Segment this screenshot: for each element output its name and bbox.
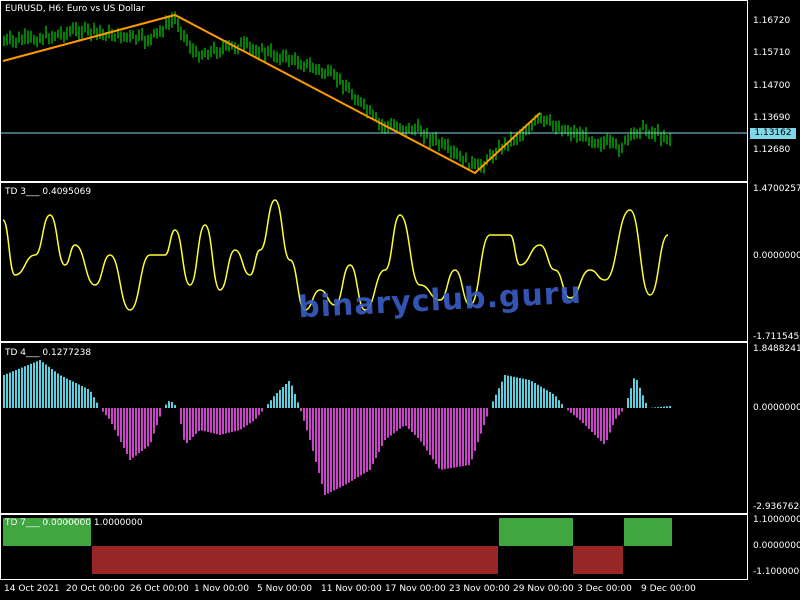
td3-tick: 1.4700257 bbox=[753, 184, 800, 194]
price-tick: 1.15710 bbox=[753, 48, 791, 58]
td4-histogram bbox=[3, 360, 671, 495]
price-candles bbox=[3, 11, 671, 174]
td3-label: TD 3___ 0.4095069 bbox=[5, 187, 92, 197]
date-label: 26 Oct 00:00 bbox=[130, 584, 189, 594]
current-price-badge: 1.13162 bbox=[750, 128, 796, 139]
date-label: 14 Oct 2021 bbox=[4, 584, 60, 594]
symbol-title: EURUSD, H6: Euro vs US Dollar bbox=[5, 4, 145, 14]
date-label: 9 Dec 00:00 bbox=[641, 584, 696, 594]
date-label: 23 Nov 00:00 bbox=[449, 584, 510, 594]
td7-tick: -1.1000000 bbox=[753, 567, 800, 577]
price-tick: 1.14700 bbox=[753, 81, 791, 91]
price-tick: 1.12680 bbox=[753, 145, 791, 155]
price-tick: 1.13690 bbox=[753, 113, 791, 123]
price-tick: 1.16720 bbox=[753, 16, 791, 26]
td3-tick: -1.7115456 bbox=[753, 332, 800, 342]
td7-label: TD 7___ 0.0000000 1.0000000 bbox=[5, 518, 143, 528]
td7-tick: 0.0000000 bbox=[753, 541, 800, 551]
date-label: 3 Dec 00:00 bbox=[577, 584, 632, 594]
date-label: 1 Nov 00:00 bbox=[194, 584, 249, 594]
date-label: 17 Nov 00:00 bbox=[385, 584, 446, 594]
zigzag-line bbox=[2, 13, 541, 175]
td4-tick: 1.8488241 bbox=[753, 344, 800, 354]
date-label: 29 Nov 00:00 bbox=[513, 584, 574, 594]
date-label: 11 Nov 00:00 bbox=[321, 584, 382, 594]
td3-tick: 0.0000000 bbox=[753, 251, 800, 261]
date-label: 20 Oct 00:00 bbox=[66, 584, 125, 594]
td4-label: TD 4___ 0.1277238 bbox=[5, 348, 92, 358]
td4-tick: -2.9367624 bbox=[753, 502, 800, 512]
date-label: 5 Nov 00:00 bbox=[257, 584, 312, 594]
td4-tick: 0.0000000 bbox=[753, 403, 800, 413]
td7-tick: 1.1000000 bbox=[753, 515, 800, 525]
